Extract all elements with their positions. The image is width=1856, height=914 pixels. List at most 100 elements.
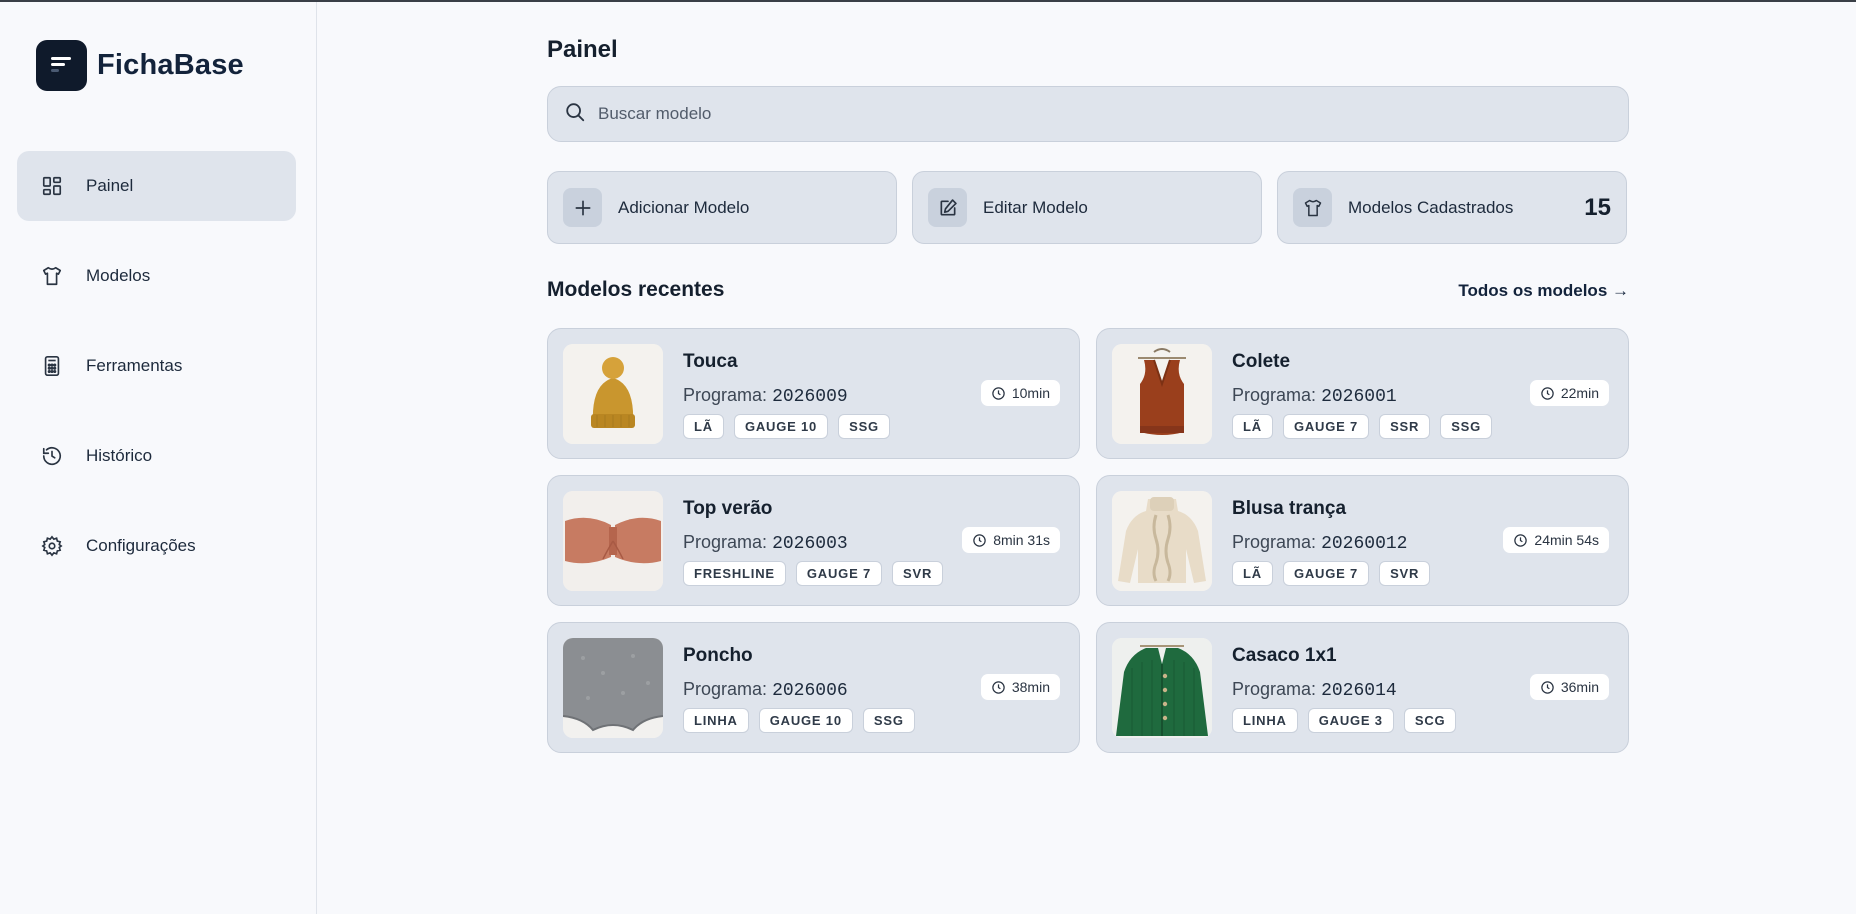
- model-card[interactable]: Casaco 1x1 Programa: 2026014 36min LINHA…: [1096, 622, 1629, 753]
- shirt-icon: [1293, 188, 1332, 227]
- cable-sweater-image: [1112, 491, 1212, 591]
- model-name: Top verão: [683, 498, 773, 519]
- model-name: Colete: [1232, 351, 1291, 372]
- tag: GAUGE 10: [758, 708, 853, 733]
- crochet-top-image: [563, 491, 663, 591]
- duration-badge: 38min: [980, 674, 1060, 700]
- program-code: 2026001: [1321, 387, 1397, 407]
- tag: GAUGE 7: [1282, 414, 1370, 439]
- model-card[interactable]: Top verão Programa: 2026003 8min 31s FRE…: [547, 475, 1080, 606]
- sidebar-item-label: Ferramentas: [86, 356, 183, 375]
- model-program: Programa: 2026006: [683, 679, 848, 701]
- tag-list: LINHA GAUGE 3 SCG: [1232, 708, 1457, 733]
- tag: LINHA: [683, 708, 749, 733]
- tag: GAUGE 7: [1282, 561, 1370, 586]
- tag: LÃ: [1232, 414, 1273, 439]
- sidebar-item-modelos[interactable]: Modelos: [17, 241, 296, 311]
- search-icon: [564, 101, 586, 128]
- sidebar: FichaBase Painel Modelos Ferramentas His…: [0, 2, 317, 914]
- clock-icon: [992, 386, 1005, 400]
- cardigan-image: [1112, 638, 1212, 738]
- registered-models-label: Modelos Cadastrados: [1348, 197, 1514, 217]
- duration-badge: 36min: [1529, 674, 1609, 700]
- model-program: Programa: 2026009: [683, 385, 848, 407]
- duration-badge: 8min 31s: [962, 527, 1060, 553]
- duration-badge: 22min: [1529, 380, 1609, 406]
- registered-models-card[interactable]: Modelos Cadastrados 15: [1277, 171, 1627, 244]
- add-model-button[interactable]: Adicionar Modelo: [547, 171, 897, 244]
- app-name: FichaBase: [97, 49, 244, 81]
- clock-icon: [1541, 680, 1554, 694]
- tag: GAUGE 7: [795, 561, 882, 586]
- vest-image: [1112, 344, 1212, 444]
- duration-badge: 10min: [980, 380, 1060, 406]
- all-models-link[interactable]: Todos os modelos →: [1458, 281, 1629, 301]
- sidebar-item-label: Histórico: [86, 446, 153, 465]
- clock-icon: [1541, 386, 1554, 400]
- quick-actions: Adicionar Modelo Editar Modelo Modelos C…: [547, 171, 1629, 244]
- registered-models-count: 15: [1584, 194, 1611, 221]
- model-program: Programa: 2026003: [683, 532, 848, 554]
- edit-model-label: Editar Modelo: [983, 197, 1088, 217]
- tag-list: LINHA GAUGE 10 SSG: [683, 708, 915, 733]
- search-input[interactable]: [598, 104, 1498, 124]
- app-logo-icon: [36, 40, 87, 91]
- brand[interactable]: FichaBase: [36, 40, 244, 91]
- program-code: 2026003: [772, 534, 848, 554]
- sidebar-item-label: Configurações: [86, 536, 196, 555]
- model-program: Programa: 20260012: [1232, 532, 1408, 554]
- program-code: 2026014: [1321, 681, 1397, 701]
- tag: LÃ: [1232, 561, 1273, 586]
- model-card[interactable]: Blusa trança Programa: 20260012 24min 54…: [1096, 475, 1629, 606]
- tag: SSR: [1379, 414, 1431, 439]
- recent-models-title: Modelos recentes: [547, 278, 725, 301]
- program-code: 20260012: [1321, 534, 1408, 554]
- tag: SSG: [862, 708, 915, 733]
- model-program: Programa: 2026001: [1232, 385, 1397, 407]
- clock-icon: [992, 680, 1005, 694]
- tag: GAUGE 10: [733, 414, 829, 439]
- tag: SCG: [1403, 708, 1457, 733]
- duration-badge: 24min 54s: [1503, 527, 1609, 553]
- tag: SVR: [1379, 561, 1431, 586]
- tag: SSG: [838, 414, 890, 439]
- edit-icon: [928, 188, 967, 227]
- model-card[interactable]: Touca Programa: 2026009 10min LÃ GAUGE 1…: [547, 328, 1080, 459]
- add-model-label: Adicionar Modelo: [618, 197, 750, 217]
- program-code: 2026009: [772, 387, 848, 407]
- model-name: Touca: [683, 351, 738, 372]
- model-program: Programa: 2026014: [1232, 679, 1397, 701]
- model-name: Casaco 1x1: [1232, 645, 1337, 666]
- tag: SSG: [1440, 414, 1493, 439]
- sidebar-item-ferramentas[interactable]: Ferramentas: [17, 331, 296, 401]
- tag-list: LÃ GAUGE 7 SVR: [1232, 561, 1431, 586]
- tag: SVR: [892, 561, 944, 586]
- tag-list: LÃ GAUGE 10 SSG: [683, 414, 890, 439]
- model-card[interactable]: Colete Programa: 2026001 22min LÃ GAUGE …: [1096, 328, 1629, 459]
- sidebar-item-label: Modelos: [86, 266, 151, 285]
- page-title: Painel: [547, 36, 618, 63]
- sidebar-item-label: Painel: [86, 176, 134, 195]
- tag: LÃ: [683, 414, 724, 439]
- edit-model-button[interactable]: Editar Modelo: [912, 171, 1262, 244]
- tag: GAUGE 3: [1307, 708, 1394, 733]
- gear-icon: [40, 534, 64, 558]
- plus-icon: [563, 188, 602, 227]
- clock-icon: [1514, 533, 1528, 547]
- model-name: Poncho: [683, 645, 753, 666]
- tag: FRESHLINE: [683, 561, 786, 586]
- sidebar-item-painel[interactable]: Painel: [17, 151, 296, 221]
- dashboard-icon: [40, 174, 64, 198]
- tag-list: FRESHLINE GAUGE 7 SVR: [683, 561, 944, 586]
- model-card[interactable]: Poncho Programa: 2026006 38min LINHA GAU…: [547, 622, 1080, 753]
- tag-list: LÃ GAUGE 7 SSR SSG: [1232, 414, 1493, 439]
- history-icon: [40, 444, 64, 468]
- search-bar[interactable]: [547, 86, 1629, 142]
- sidebar-item-configuracoes[interactable]: Configurações: [17, 511, 296, 581]
- sidebar-item-historico[interactable]: Histórico: [17, 421, 296, 491]
- calculator-icon: [40, 354, 64, 378]
- sidebar-nav: Painel Modelos Ferramentas Histórico Con…: [17, 151, 296, 601]
- program-code: 2026006: [772, 681, 848, 701]
- beanie-image: [563, 344, 663, 444]
- model-name: Blusa trança: [1232, 498, 1347, 519]
